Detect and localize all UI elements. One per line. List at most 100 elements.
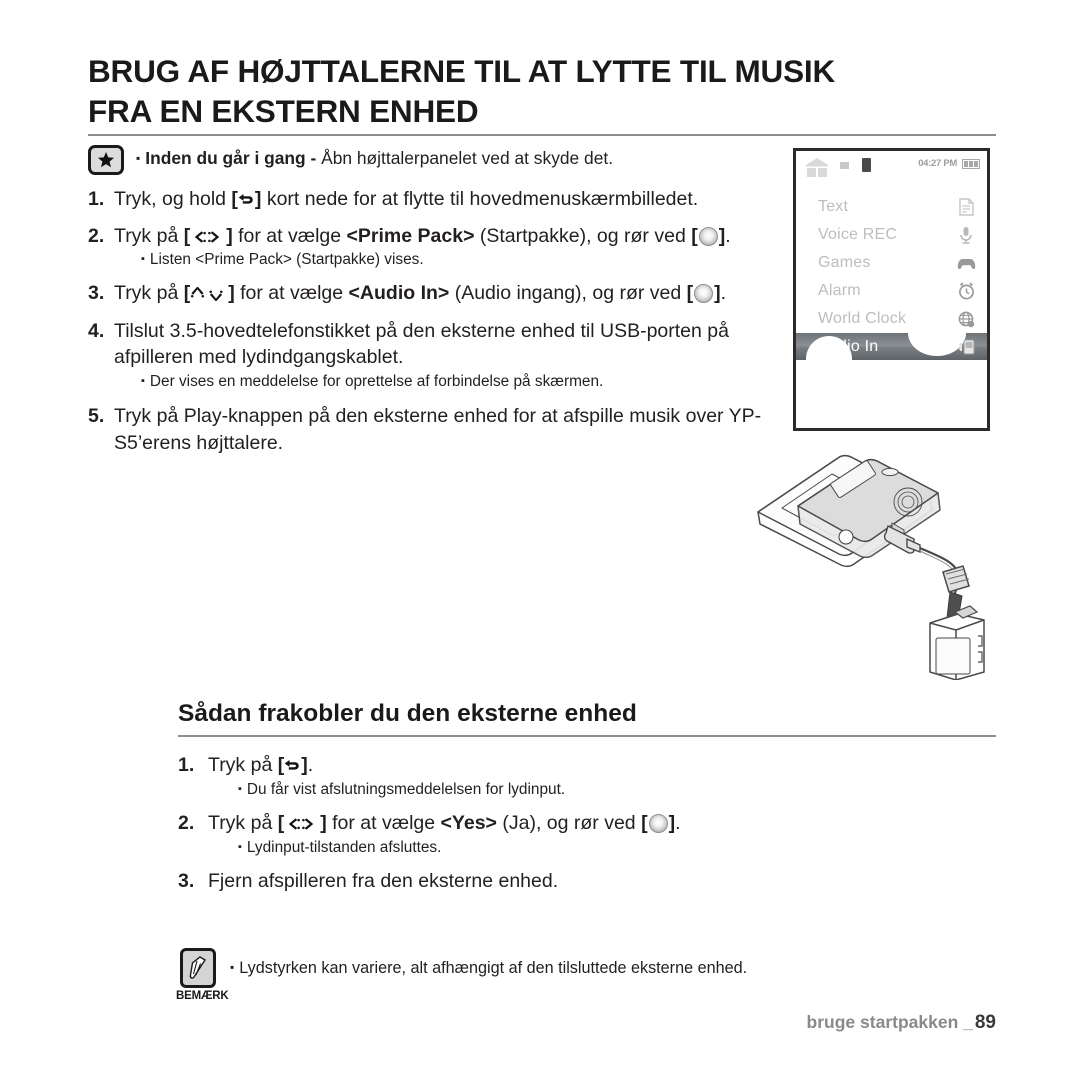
menu-item-games[interactable]: Games <box>796 249 987 277</box>
before-you-begin-note: ▪ Inden du går i gang - Åbn højttalerpane… <box>88 143 788 175</box>
step-number: 4. <box>88 319 105 342</box>
step-substep: ▪ Der vises en meddelelse for oprettelse … <box>114 372 778 392</box>
status-icon-small <box>840 162 849 169</box>
step-number: 3. <box>88 281 105 304</box>
step-text: Tryk, og hold [] kort nede for at flytte… <box>114 186 778 213</box>
touch-key-glyph: [] <box>641 812 676 835</box>
menu-item-label: Text <box>818 198 849 215</box>
menu-name-prime-pack: <Prime Pack> <box>346 224 475 247</box>
step-text-pre: Tryk på <box>114 281 184 304</box>
step-text: Tryk på []. ▪ Du får vist afslutningsmedd… <box>208 752 938 800</box>
manual-page: BRUG AF HØJTTALERNE TIL AT LYTTE TIL MUS… <box>0 0 1080 1080</box>
bullet-square-icon: ▪ <box>238 840 242 853</box>
gamepad-icon <box>956 256 976 270</box>
bullet-square-icon: ▪ <box>238 782 242 795</box>
step-text-pre: Tryk på <box>208 812 278 835</box>
step-item: 2. Tryk på [] for at vælge <Prime Pack> … <box>88 223 778 271</box>
step-text-after: (Audio ingang), og rør ved <box>449 281 687 304</box>
step-text-pre: Tilslut 3.5-hovedtelefonstikket på den e… <box>114 319 729 369</box>
step-text-pre: Fjern afspilleren fra den eksterne enhed… <box>208 870 559 893</box>
step-number: 1. <box>178 754 195 776</box>
before-you-begin-label: Inden du går i gang - <box>145 148 317 168</box>
document-icon <box>956 198 976 216</box>
menu-name-yes: <Yes> <box>440 812 497 835</box>
before-you-begin-text: ▪ Inden du går i gang - Åbn højttalerpane… <box>136 143 613 170</box>
menu-item-label: Audio In <box>818 337 879 355</box>
step-text: Tryk på [] for at vælge <Prime Pack> (St… <box>114 223 778 271</box>
step-text-pre: Tryk på Play-knappen på den eksterne enh… <box>114 405 762 455</box>
star-icon <box>88 145 124 175</box>
left-right-key-glyph: [] <box>277 812 327 835</box>
note-text: ▪ Lydstyrken kan variere, alt afhængigt a… <box>230 948 996 1002</box>
step-number: 2. <box>88 224 105 247</box>
menu-item-label: Games <box>818 254 871 271</box>
step-text-post: . <box>675 812 681 835</box>
globe-icon <box>956 311 976 328</box>
audio-in-icon <box>956 338 976 355</box>
step-substep: ▪ Listen <Prime Pack> (Startpakke) vises. <box>114 250 778 270</box>
menu-item-voice-rec[interactable]: Voice REC <box>796 221 987 249</box>
step-item: 1. Tryk på []. ▪ Du får vist afslutningsm… <box>178 752 938 800</box>
step-text-post: . <box>307 754 314 776</box>
bullet-square-icon: ▪ <box>141 253 145 266</box>
note-body: Lydstyrken kan variere, alt afhængigt af… <box>239 959 748 977</box>
before-you-begin-detail: Åbn højttalerpanelet ved at skyde det. <box>316 148 614 168</box>
note-badge: BEMÆRK <box>176 948 229 1002</box>
step-substep-text: Lydinput-tilstanden afsluttes. <box>246 838 442 856</box>
step-text-post: . <box>725 224 731 247</box>
step-text-pre: Tryk, og hold <box>114 188 232 210</box>
step-number: 5. <box>88 405 105 428</box>
page-title-line-2: FRA EN EKSTERN ENHED <box>88 92 479 129</box>
menu-item-audio-in[interactable]: Audio In <box>796 333 987 360</box>
step-text-pre: Tryk på <box>208 754 278 776</box>
touch-key-glyph: [] <box>686 281 721 304</box>
page-number: 89 <box>974 1012 996 1033</box>
step-text-mid: for at vælge <box>326 812 441 835</box>
step-text-post: . <box>720 281 727 304</box>
bullet-square-icon: ▪ <box>136 151 141 165</box>
note-block: BEMÆRK ▪ Lydstyrken kan variere, alt afhæ… <box>176 948 996 1002</box>
up-down-key-glyph: [] <box>183 281 235 304</box>
menu-item-label: Alarm <box>818 282 861 299</box>
step-text-post: kort nede for at flytte til hovedmenuskæ… <box>261 188 699 210</box>
bullet-square-icon: ▪ <box>230 960 235 974</box>
left-right-key-glyph: [] <box>183 224 233 247</box>
step-item: 3. Tryk på [] for at vælge <Audio In> (A… <box>88 280 778 307</box>
connection-illustration <box>742 440 1004 681</box>
title-divider <box>88 134 996 136</box>
menu-item-alarm[interactable]: Alarm <box>796 277 987 305</box>
note-hand-icon <box>180 948 216 988</box>
prime-pack-icon <box>805 157 829 184</box>
step-item: 3. Fjern afspilleren fra den eksterne en… <box>178 868 938 895</box>
menu-name-audio-in: <Audio In> <box>348 281 450 304</box>
step-substep-text: Der vises en meddelelse for oprettelse a… <box>149 373 604 390</box>
disconnect-steps: 1. Tryk på []. ▪ Du får vist afslutningsm… <box>178 752 938 898</box>
status-bar: 04:27 PM <box>796 151 987 185</box>
bullet-square-icon: ▪ <box>141 375 145 387</box>
step-substep: ▪ Lydinput-tilstanden afsluttes. <box>208 838 938 858</box>
player-screen-mockup: 04:27 PM Text Voice REC Games Alarm Worl… <box>793 148 990 431</box>
menu-list: Text Voice REC Games Alarm World Clock A… <box>796 185 987 360</box>
battery-icon <box>962 159 980 169</box>
step-substep-text: Listen <Prime Pack> (Startpakke) vises. <box>149 251 424 269</box>
step-number: 1. <box>88 188 105 210</box>
step-text: Fjern afspilleren fra den eksterne enhed… <box>208 868 938 895</box>
status-icon-device <box>862 158 871 172</box>
procedure-steps: 1. Tryk, og hold [] kort nede for at fly… <box>88 186 778 460</box>
section-divider <box>178 735 996 737</box>
step-number: 2. <box>178 812 195 835</box>
step-item: 2. Tryk på [] for at vælge <Yes> (Ja), o… <box>178 810 938 858</box>
back-key-glyph: [] <box>231 188 262 210</box>
menu-item-world-clock[interactable]: World Clock <box>796 305 987 333</box>
step-item: 1. Tryk, og hold [] kort nede for at fly… <box>88 186 778 213</box>
menu-item-label: Voice REC <box>818 226 898 243</box>
step-text: Tryk på [] for at vælge <Audio In> (Audi… <box>114 280 778 307</box>
section-heading-disconnect: Sådan frakobler du den eksterne enhed <box>178 700 637 727</box>
menu-item-label: World Clock <box>818 310 907 327</box>
microphone-icon <box>956 226 976 245</box>
menu-item-text[interactable]: Text <box>796 193 987 221</box>
page-title-line-1: BRUG AF HØJTTALERNE TIL AT LYTTE TIL MUS… <box>88 53 836 89</box>
step-text-after: (Ja), og rør ved <box>496 812 642 835</box>
page-footer: bruge startpakken _ 89 <box>807 1012 996 1034</box>
alarm-clock-icon <box>956 282 976 300</box>
